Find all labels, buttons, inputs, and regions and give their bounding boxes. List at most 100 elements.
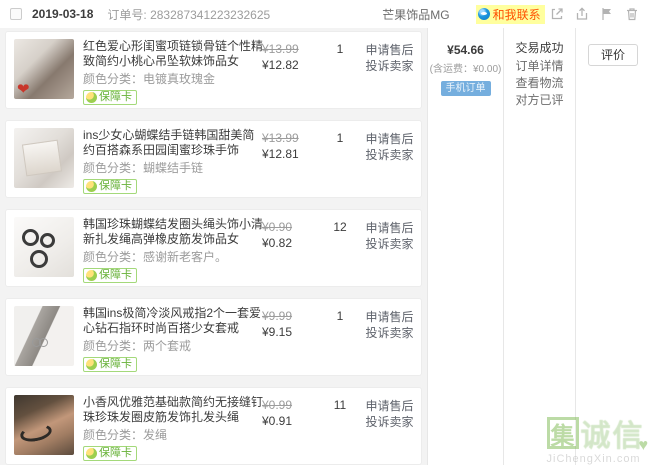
- evaluate-button[interactable]: 评价: [588, 44, 638, 66]
- price-cell: ¥0.99 ¥0.91: [262, 395, 318, 457]
- product-title-link[interactable]: ins少女心蝴蝶结手链韩国甜美简约百搭森系田园闺蜜珍珠手饰S148 [交易快照]: [83, 128, 263, 158]
- warranty-leaf-icon: [86, 181, 97, 192]
- hair-tie-decoration: [30, 250, 48, 268]
- quantity-cell: 1: [318, 306, 362, 368]
- quantity-cell: 1: [318, 128, 362, 190]
- original-price: ¥9.99: [262, 309, 318, 324]
- original-price: ¥13.99: [262, 131, 318, 146]
- action-column: 评价: [575, 28, 650, 465]
- status-column: 交易成功 订单详情 查看物流 对方已评: [503, 28, 575, 465]
- product-title-link[interactable]: 小香风优雅范基础款简约无接缝钉珠珍珠发圈皮筋发饰扎发头绳F035 [交易快照]: [83, 395, 263, 425]
- export-icon[interactable]: [549, 6, 565, 22]
- actual-price: ¥12.81: [262, 146, 318, 162]
- product-thumbnail[interactable]: ❤: [14, 39, 74, 99]
- actual-price: ¥12.82: [262, 57, 318, 73]
- apply-aftersale-link[interactable]: 申请售后: [362, 131, 417, 147]
- order-body: ❤ 红色爱心形闺蜜项链锁骨链个性精致简约小桃心吊坠软妹饰品女X147 [交易快照…: [0, 28, 650, 465]
- order-header: 2019-03-18 订单号: 283287341223232625 芒果饰品M…: [0, 0, 650, 28]
- quantity-cell: 11: [318, 395, 362, 457]
- complain-seller-link[interactable]: 投诉卖家: [362, 414, 417, 430]
- price-cell: ¥0.90 ¥0.82: [262, 217, 318, 279]
- product-title-link[interactable]: 韩国ins极简冷淡风戒指2个一套爱心钻石指环时尚百搭少女套戒J118 [交易快照…: [83, 306, 263, 336]
- complain-seller-link[interactable]: 投诉卖家: [362, 236, 417, 252]
- mobile-order-badge: 手机订单: [441, 81, 491, 96]
- warranty-badge-label: 保障卡: [99, 357, 132, 372]
- trade-status: 交易成功: [504, 41, 575, 56]
- complain-seller-link[interactable]: 投诉卖家: [362, 147, 417, 163]
- total-column: ¥54.66 (含运费：¥0.00) 手机订单: [427, 28, 503, 465]
- shipping-note: (含运费：¥0.00): [428, 60, 503, 75]
- contact-seller-label: 和我联系: [493, 6, 541, 23]
- warranty-badge-label: 保障卡: [99, 90, 132, 105]
- header-action-icons: [549, 6, 640, 22]
- order-number-value: 283287341223232625: [150, 8, 270, 22]
- products-column: ❤ 红色爱心形闺蜜项链锁骨链个性精致简约小桃心吊坠软妹饰品女X147 [交易快照…: [0, 28, 427, 465]
- quantity-cell: 1: [318, 39, 362, 101]
- order-page: 2019-03-18 订单号: 283287341223232625 芒果饰品M…: [0, 0, 650, 465]
- original-price: ¥0.99: [262, 398, 318, 413]
- original-price: ¥0.90: [262, 220, 318, 235]
- order-item-row: ❤ 红色爱心形闺蜜项链锁骨链个性精致简约小桃心吊坠软妹饰品女X147 [交易快照…: [5, 31, 422, 109]
- aftersale-cell: 申请售后 投诉卖家: [362, 39, 417, 101]
- complain-seller-link[interactable]: 投诉卖家: [362, 58, 417, 74]
- product-sku: 颜色分类：两个套戒: [83, 340, 262, 353]
- warranty-leaf-icon: [86, 359, 97, 370]
- product-sku: 颜色分类：电镀真玫瑰金: [83, 73, 262, 86]
- order-item-row: 小香风优雅范基础款简约无接缝钉珠珍珠发圈皮筋发饰扎发头绳F035 [交易快照] …: [5, 387, 422, 465]
- apply-aftersale-link[interactable]: 申请售后: [362, 220, 417, 236]
- contact-seller-link[interactable]: 和我联系: [476, 5, 545, 24]
- product-title-link[interactable]: 红色爱心形闺蜜项链锁骨链个性精致简约小桃心吊坠软妹饰品女X147 [交易快照]: [83, 39, 263, 69]
- aftersale-cell: 申请售后 投诉卖家: [362, 128, 417, 190]
- actual-price: ¥9.15: [262, 324, 318, 340]
- order-item-row: ins少女心蝴蝶结手链韩国甜美简约百搭森系田园闺蜜珍珠手饰S148 [交易快照]…: [5, 120, 422, 198]
- aftersale-cell: 申请售后 投诉卖家: [362, 395, 417, 457]
- order-item-row: 韩国珍珠蝴蝶结发圈头绳头饰小清新扎发绳高弹橡皮筋发饰品女F049 [交易快照] …: [5, 209, 422, 287]
- product-title-link[interactable]: 韩国珍珠蝴蝶结发圈头绳头饰小清新扎发绳高弹橡皮筋发饰品女F049 [交易快照]: [83, 217, 263, 247]
- ring-decoration: [39, 338, 48, 347]
- product-info: 小香风优雅范基础款简约无接缝钉珠珍珠发圈皮筋发饰扎发头绳F035 [交易快照] …: [74, 395, 262, 457]
- shop-name-link[interactable]: 芒果饰品MG: [382, 6, 449, 23]
- red-heart-decoration: ❤: [17, 80, 30, 98]
- price-cell: ¥13.99 ¥12.82: [262, 39, 318, 101]
- warranty-badge[interactable]: 保障卡: [83, 268, 137, 283]
- warranty-badge-label: 保障卡: [99, 179, 132, 194]
- view-logistics-link[interactable]: 查看物流: [504, 76, 575, 90]
- actual-price: ¥0.82: [262, 235, 318, 251]
- peer-reviewed-link[interactable]: 对方已评: [504, 93, 575, 107]
- wangwang-icon: [478, 8, 490, 20]
- original-price: ¥13.99: [262, 42, 318, 57]
- apply-aftersale-link[interactable]: 申请售后: [362, 42, 417, 58]
- aftersale-cell: 申请售后 投诉卖家: [362, 217, 417, 279]
- warranty-badge[interactable]: 保障卡: [83, 446, 137, 461]
- flag-icon[interactable]: [599, 6, 615, 22]
- product-sku: 颜色分类：发绳: [83, 429, 262, 442]
- order-date: 2019-03-18: [32, 7, 93, 21]
- warranty-leaf-icon: [86, 270, 97, 281]
- order-total: ¥54.66: [428, 43, 503, 57]
- product-thumbnail[interactable]: [14, 395, 74, 455]
- share-icon[interactable]: [574, 6, 590, 22]
- trash-icon[interactable]: [624, 6, 640, 22]
- order-detail-link[interactable]: 订单详情: [504, 59, 575, 73]
- product-thumbnail[interactable]: [14, 306, 74, 366]
- apply-aftersale-link[interactable]: 申请售后: [362, 398, 417, 414]
- price-cell: ¥9.99 ¥9.15: [262, 306, 318, 368]
- complain-seller-link[interactable]: 投诉卖家: [362, 325, 417, 341]
- product-info: 韩国珍珠蝴蝶结发圈头绳头饰小清新扎发绳高弹橡皮筋发饰品女F049 [交易快照] …: [74, 217, 262, 279]
- actual-price: ¥0.91: [262, 413, 318, 429]
- order-number-label: 订单号:: [107, 8, 146, 22]
- order-checkbox[interactable]: [10, 8, 22, 20]
- product-sku: 颜色分类：蝴蝶结手链: [83, 162, 262, 175]
- product-thumbnail[interactable]: [14, 128, 74, 188]
- warranty-badge[interactable]: 保障卡: [83, 357, 137, 372]
- warranty-leaf-icon: [86, 92, 97, 103]
- warranty-badge[interactable]: 保障卡: [83, 90, 137, 105]
- product-sku: 颜色分类：感谢新老客户。: [83, 251, 262, 264]
- quantity-cell: 12: [318, 217, 362, 279]
- product-info: ins少女心蝴蝶结手链韩国甜美简约百搭森系田园闺蜜珍珠手饰S148 [交易快照]…: [74, 128, 262, 190]
- warranty-badge[interactable]: 保障卡: [83, 179, 137, 194]
- price-cell: ¥13.99 ¥12.81: [262, 128, 318, 190]
- product-thumbnail[interactable]: [14, 217, 74, 277]
- apply-aftersale-link[interactable]: 申请售后: [362, 309, 417, 325]
- warranty-badge-label: 保障卡: [99, 446, 132, 461]
